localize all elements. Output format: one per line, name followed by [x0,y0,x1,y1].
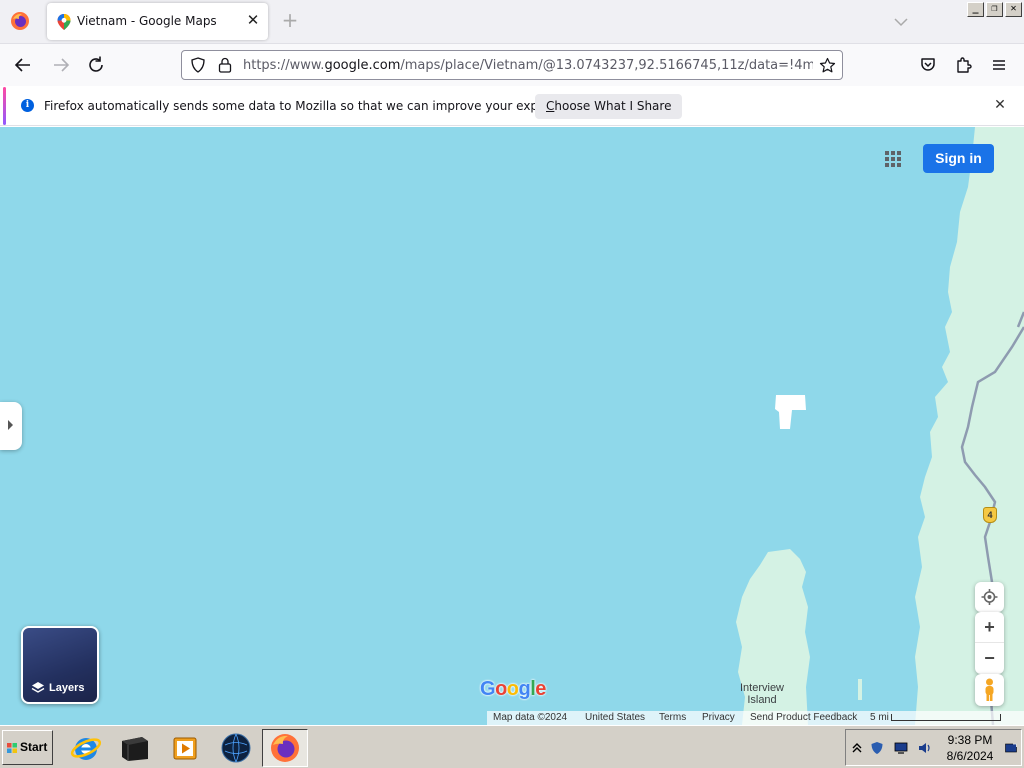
terminal-icon[interactable] [118,731,152,765]
url-bar[interactable]: https://www.google.com/maps/place/Vietna… [181,50,843,80]
logo-letter: g [518,678,531,700]
sign-in-button[interactable]: Sign in [923,144,994,173]
zoom-in-button[interactable]: + [975,612,1004,642]
back-arrow-icon[interactable] [11,53,35,77]
mainland-land [915,127,1024,725]
google-logo: Google [480,678,546,701]
choose-what-i-share-button[interactable]: Choose What I Share [535,94,683,119]
scale-bar[interactable] [891,714,1001,721]
logo-letter: o [495,678,507,700]
window-controls: _ ❐ ✕ [967,2,1022,17]
logo-letter: G [480,678,496,700]
layers-button[interactable]: Layers [21,626,99,704]
media-player-icon[interactable] [168,731,202,765]
expand-side-panel-button[interactable] [0,402,22,450]
notification-close-icon[interactable]: ✕ [992,97,1008,113]
place-label-line: Interview [739,682,785,694]
zoom-out-button[interactable]: − [975,642,1004,672]
tiny-islet-land [858,679,862,700]
close-window-button[interactable]: ✕ [1005,2,1022,17]
data-collection-notification-bar: i Firefox automatically sends some data … [0,86,1024,126]
url-path: /maps/place/Vietnam/@13.0743237,92.51667… [400,58,813,73]
firefox-menu-icon[interactable] [10,11,30,31]
google-apps-grid-icon[interactable] [883,149,903,169]
reload-icon[interactable] [84,53,108,77]
new-tab-button[interactable]: + [280,10,300,30]
network-globe-icon[interactable] [219,731,253,765]
url-prefix: https://www. [243,58,325,73]
show-hidden-icons-chevron-icon[interactable] [850,741,864,755]
lock-icon[interactable] [218,57,232,73]
windows-taskbar: Start 9:38 PM 8/6/2024 [0,725,1024,768]
info-icon: i [21,99,34,112]
google-maps-favicon-icon [57,14,71,30]
minimize-button[interactable]: _ [967,2,984,17]
crosshair-location-icon [981,589,998,605]
hamburger-menu-icon[interactable] [987,53,1011,77]
network-monitor-icon[interactable] [894,741,908,755]
route-4-shield: 4 [983,507,997,523]
map-attribution-bar: Map data ©2024 United States Terms Priva… [487,711,1024,725]
url-text[interactable]: https://www.google.com/maps/place/Vietna… [243,58,813,73]
tab-vietnam-google-maps[interactable]: Vietnam - Google Maps ✕ [47,3,268,40]
button-label-rest: hoose What I Share [554,99,672,113]
map-tiles [736,127,1024,725]
extensions-puzzle-icon[interactable] [952,53,976,77]
place-label-line: Island [747,694,777,706]
notification-accent-stripe [3,87,6,125]
tab-strip: Vietnam - Google Maps ✕ + _ ❐ ✕ [0,0,1024,44]
logo-letter: e [535,678,546,700]
start-button[interactable]: Start [2,730,53,765]
notification-message: Firefox automatically sends some data to… [44,99,587,113]
clock-time[interactable]: 9:38 PM [945,733,995,747]
windows-logo-icon [7,743,17,753]
system-tray: 9:38 PM 8/6/2024 [845,729,1022,766]
list-all-tabs-icon[interactable] [892,13,910,31]
map-canvas[interactable]: Sign in 4 Layers + − Google Interview Is… [0,127,1024,725]
chevron-right-icon [8,420,13,430]
internet-explorer-icon[interactable] [69,731,103,765]
privacy-link[interactable]: Privacy [702,711,735,725]
street-view-pegman-button[interactable] [975,674,1004,706]
tab-title: Vietnam - Google Maps [77,14,217,28]
small-islet-land [775,395,806,429]
navigation-toolbar: https://www.google.com/maps/place/Vietna… [0,44,1024,86]
firefox-taskbar-button[interactable] [262,729,308,767]
logo-letter: o [506,678,519,700]
layers-stack-icon [31,682,45,693]
bookmark-star-icon[interactable] [819,57,836,74]
send-feedback-link[interactable]: Send Product Feedback [750,711,857,725]
zoom-controls: + − [975,612,1004,674]
scale-label[interactable]: 5 mi [870,711,889,725]
clock-date[interactable]: 8/6/2024 [945,749,995,763]
security-shield-icon[interactable] [870,741,884,755]
pocket-icon[interactable] [916,53,940,77]
tracking-protection-shield-icon[interactable] [190,57,206,73]
tab-close-icon[interactable]: ✕ [244,11,262,29]
action-center-icon[interactable] [1004,741,1018,755]
forward-arrow-icon[interactable] [49,53,73,77]
url-domain: google.com [324,58,401,73]
layers-label: Layers [49,682,85,694]
pegman-icon [985,678,994,701]
interview-island-label[interactable]: Interview Island [726,682,798,706]
maximize-button[interactable]: ❐ [986,2,1003,17]
my-location-button[interactable] [975,582,1004,612]
map-data-copyright: Map data ©2024 [493,712,568,723]
volume-speaker-icon[interactable] [918,741,932,755]
start-label: Start [20,740,48,754]
terms-link[interactable]: Terms [659,711,686,725]
region-link[interactable]: United States [585,711,645,725]
firefox-icon [271,734,299,762]
